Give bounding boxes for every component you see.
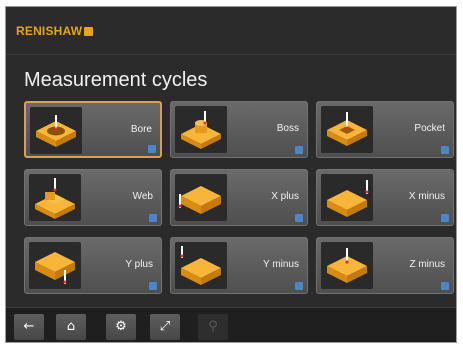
settings-button[interactable]: ⚙ — [106, 314, 136, 340]
x-minus-icon — [321, 174, 373, 221]
boss-icon — [175, 106, 227, 153]
page-title: Measurement cycles — [24, 69, 208, 91]
pocket-icon — [321, 106, 373, 153]
cycle-label: X minus — [408, 191, 445, 202]
cycle-tile-pocket[interactable]: Pocket — [316, 101, 454, 158]
back-button[interactable]: ← — [14, 314, 44, 340]
cycle-tile-bore[interactable]: Bore — [24, 101, 162, 158]
top-bar: RENISHAW — [6, 7, 456, 55]
cycle-label: X plus — [271, 191, 299, 202]
info-badge — [149, 214, 157, 222]
y-plus-icon — [29, 242, 81, 289]
back-arrow-icon: ← — [23, 319, 35, 334]
info-badge — [149, 282, 157, 290]
cycle-tile-y-minus[interactable]: Y minus — [170, 237, 308, 294]
cycle-label: Y minus — [263, 259, 299, 270]
gear-icon: ⚙ — [115, 319, 127, 334]
z-minus-icon — [321, 242, 373, 289]
resize-icon: ⤢ — [159, 319, 171, 334]
x-plus-icon — [175, 174, 227, 221]
cycle-tile-y-plus[interactable]: Y plus — [24, 237, 162, 294]
info-badge — [441, 282, 449, 290]
bottom-toolbar: ← ⌂ ⚙ ⤢ ⚲ — [6, 307, 456, 342]
resize-button[interactable]: ⤢ — [150, 314, 180, 340]
cycle-label: Bore — [130, 124, 152, 135]
disabled-tool-button: ⚲ — [198, 314, 228, 340]
web-icon — [29, 174, 81, 221]
cycle-label: Web — [132, 191, 153, 202]
info-badge — [441, 146, 449, 154]
home-icon: ⌂ — [66, 319, 76, 334]
cycle-tile-z-minus[interactable]: Z minus — [316, 237, 454, 294]
cycle-label: Z minus — [409, 259, 445, 270]
info-badge — [148, 145, 156, 153]
cycle-tile-web[interactable]: Web — [24, 169, 162, 226]
cycle-tile-x-plus[interactable]: X plus — [170, 169, 308, 226]
y-minus-icon — [175, 242, 227, 289]
bore-icon — [30, 107, 82, 154]
info-badge — [441, 214, 449, 222]
cycle-tile-boss[interactable]: Boss — [170, 101, 308, 158]
cycle-label: Pocket — [414, 123, 445, 134]
disabled-icon: ⚲ — [208, 319, 218, 334]
cycle-label: Y plus — [125, 259, 153, 270]
cycle-tile-x-minus[interactable]: X minus — [316, 169, 454, 226]
cycle-grid: Bore Boss Pocket Web X plus X minus Y pl… — [24, 101, 454, 301]
renishaw-logo: RENISHAW — [16, 24, 94, 38]
logo-mark-icon — [84, 27, 94, 36]
info-badge — [295, 146, 303, 154]
info-badge — [295, 214, 303, 222]
logo-text: RENISHAW — [16, 24, 83, 38]
cycle-label: Boss — [276, 123, 299, 134]
info-badge — [295, 282, 303, 290]
machine-ui-screen: RENISHAW Measurement cycles Bore Boss Po… — [5, 6, 457, 343]
home-button[interactable]: ⌂ — [56, 314, 86, 340]
